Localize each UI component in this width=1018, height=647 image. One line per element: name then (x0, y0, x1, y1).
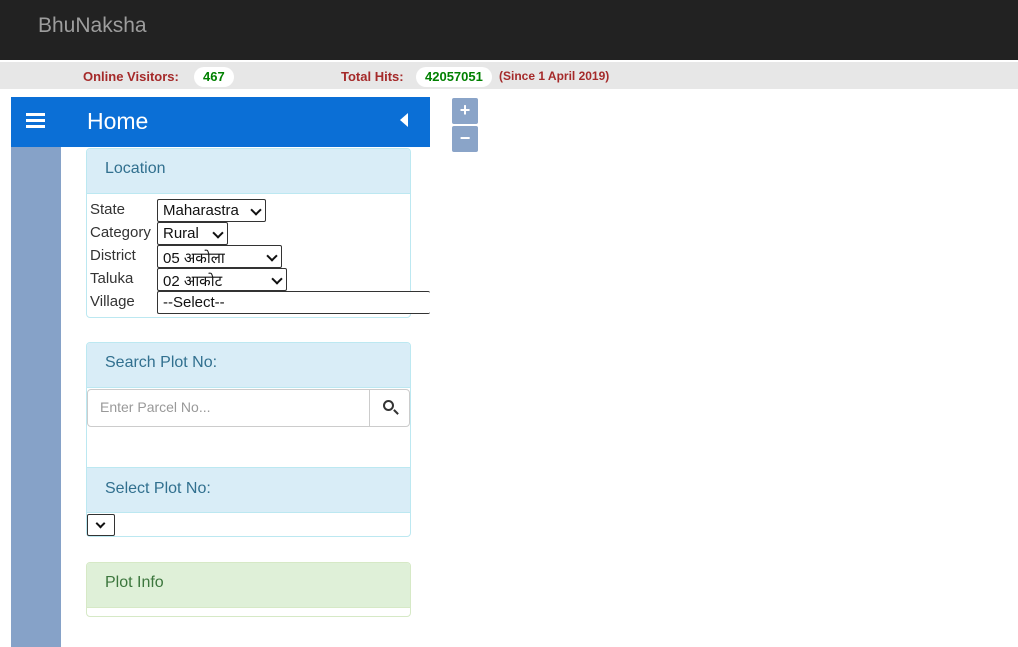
village-label: Village (90, 293, 135, 310)
category-label: Category (90, 224, 151, 241)
total-hits-label: Total Hits: (341, 69, 404, 84)
plot-number-select[interactable] (87, 514, 115, 536)
online-visitors-label: Online Visitors: (83, 69, 179, 84)
state-select[interactable]: Maharastra (157, 199, 266, 222)
zoom-out-button[interactable]: − (452, 126, 478, 152)
chevron-down-icon (266, 250, 278, 262)
sidebar-tab-strip (11, 147, 61, 647)
state-select-value: Maharastra (163, 202, 239, 219)
chevron-down-icon (95, 518, 106, 529)
select-plot-heading: Select Plot No: (87, 467, 410, 513)
plot-info-heading: Plot Info (87, 563, 410, 608)
search-button[interactable] (369, 389, 410, 427)
district-select[interactable]: 05 अकोला (157, 245, 282, 268)
taluka-label: Taluka (90, 270, 134, 287)
sidebar-header: Home (11, 97, 430, 147)
brand-logo-text[interactable]: BhuNaksha (38, 14, 147, 38)
online-visitors-count: 467 (194, 67, 234, 87)
district-label: District (90, 247, 136, 264)
total-hits-note: (Since 1 April 2019) (499, 69, 610, 83)
sidebar-title: Home (87, 108, 149, 134)
district-select-value: 05 अकोला (163, 250, 225, 267)
stats-bar: Online Visitors: 467 Total Hits: 4205705… (0, 60, 1018, 89)
location-heading: Location (87, 149, 410, 194)
search-plot-heading: Search Plot No: (87, 343, 410, 388)
taluka-select[interactable]: 02 आकोट (157, 268, 287, 291)
category-select-value: Rural (163, 225, 199, 242)
state-label: State (90, 201, 126, 218)
zoom-in-button[interactable]: + (452, 98, 478, 124)
chevron-down-icon (212, 227, 224, 239)
category-select[interactable]: Rural (157, 222, 228, 245)
top-navbar: BhuNaksha (0, 0, 1018, 60)
chevron-down-icon (250, 204, 262, 216)
parcel-search-input[interactable]: Enter Parcel No... (87, 389, 370, 427)
village-select-value: --Select-- (163, 294, 225, 311)
location-panel: Location State Maharastra Category Rural… (86, 148, 430, 318)
taluka-select-value: 02 आकोट (163, 273, 223, 290)
menu-icon[interactable] (26, 113, 45, 129)
search-plot-panel: Search Plot No: Enter Parcel No... Selec… (86, 342, 411, 537)
total-hits-count: 42057051 (416, 67, 492, 87)
chevron-down-icon (271, 273, 283, 285)
village-select[interactable]: --Select-- (157, 291, 430, 314)
plot-info-panel: Plot Info (86, 562, 411, 617)
collapse-left-icon[interactable] (400, 113, 408, 127)
